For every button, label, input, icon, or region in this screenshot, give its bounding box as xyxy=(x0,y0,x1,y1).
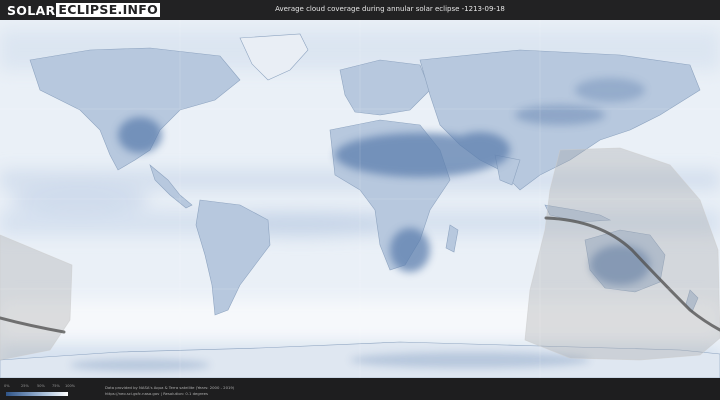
logo-text-eclipse-info: ECLIPSE.INFO xyxy=(56,2,161,17)
legend-ticks: 0% 25% 50% 75% 100% xyxy=(4,384,76,390)
page-title: Average cloud coverage during annular so… xyxy=(275,5,505,13)
cloud-coverage-map xyxy=(0,20,720,378)
site-logo[interactable]: SOLAR ECLIPSE.INFO xyxy=(7,2,161,18)
legend-color-bar xyxy=(6,392,68,396)
legend-tick-75: 75% xyxy=(52,384,60,388)
legend-tick-100: 100% xyxy=(65,384,76,388)
credits-line-1: Data provided by NASA's Aqua & Terra sat… xyxy=(105,385,235,390)
legend-tick-25: 25% xyxy=(21,384,29,388)
legend-tick-50: 50% xyxy=(37,384,45,388)
legend-tick-0: 0% xyxy=(4,384,10,388)
credits-line-2: https://neo.sci.gsfc.nasa.gov | Resoluti… xyxy=(105,391,208,396)
world-map-svg xyxy=(0,20,720,378)
logo-text-solar: SOLAR xyxy=(7,2,56,18)
